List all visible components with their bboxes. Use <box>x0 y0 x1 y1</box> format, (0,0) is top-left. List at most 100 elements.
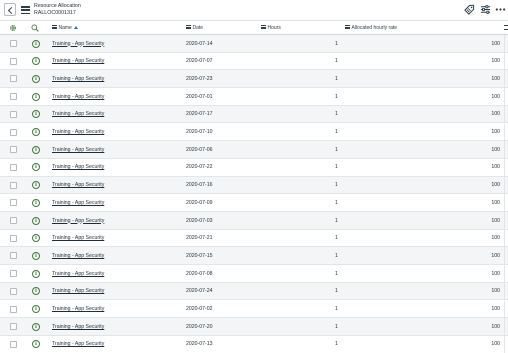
table-row[interactable]: i Training - App Security 2020-07-01 1 100 <box>0 88 508 106</box>
row-checkbox[interactable] <box>10 305 17 313</box>
info-icon[interactable]: i <box>32 234 40 243</box>
name-link[interactable]: Training - App Security <box>52 129 104 135</box>
row-checkbox[interactable] <box>10 287 17 295</box>
row-checkbox[interactable] <box>10 234 17 242</box>
row-checkbox[interactable] <box>10 252 17 260</box>
row-checkbox[interactable] <box>10 146 17 154</box>
column-header-rate[interactable]: Allocated hourly rate <box>345 25 397 31</box>
column-menu-icon[interactable] <box>52 25 57 29</box>
row-checkbox[interactable] <box>10 110 17 118</box>
back-button[interactable] <box>4 3 16 16</box>
row-checkbox[interactable] <box>10 128 17 136</box>
info-icon[interactable]: i <box>32 92 40 101</box>
table-row[interactable]: i Training - App Security 2020-07-08 1 100 <box>0 265 508 283</box>
info-icon[interactable]: i <box>32 216 40 225</box>
row-checkbox[interactable] <box>10 323 17 331</box>
hours-cell: 1 <box>335 93 338 100</box>
row-edge <box>504 300 508 319</box>
table-row[interactable]: i Training - App Security 2020-07-02 1 100 <box>0 300 508 319</box>
row-checkbox[interactable] <box>10 340 17 348</box>
name-link[interactable]: Training - App Security <box>52 164 104 170</box>
name-link[interactable]: Training - App Security <box>52 218 104 224</box>
date-cell: 2020-07-23 <box>186 75 213 82</box>
info-icon[interactable]: i <box>32 198 40 207</box>
more-icon[interactable] <box>495 4 506 15</box>
info-icon[interactable]: i <box>32 322 40 331</box>
rate-cell: 100 <box>491 75 500 82</box>
name-link[interactable]: Training - App Security <box>52 58 104 64</box>
name-link[interactable]: Training - App Security <box>52 76 104 82</box>
table-row[interactable]: i Training - App Security 2020-07-15 1 100 <box>0 247 508 266</box>
info-icon[interactable]: i <box>32 128 40 136</box>
name-link[interactable]: Training - App Security <box>52 324 104 330</box>
rate-cell: 100 <box>491 58 500 65</box>
info-icon[interactable]: i <box>32 110 40 119</box>
info-icon[interactable]: i <box>32 181 40 190</box>
table-row[interactable]: i Training - App Security 2020-07-24 1 100 <box>0 282 508 301</box>
row-edge <box>504 229 508 248</box>
column-header-date[interactable]: Date <box>186 25 203 31</box>
column-header-hours[interactable]: Hours <box>261 25 281 31</box>
table-row[interactable]: i Training - App Security 2020-07-09 1 100 <box>0 194 508 212</box>
name-link[interactable]: Training - App Security <box>52 182 104 188</box>
row-checkbox[interactable] <box>10 163 17 171</box>
table-row[interactable]: i Training - App Security 2020-07-03 1 100 <box>0 212 508 230</box>
table-row[interactable]: i Training - App Security 2020-07-13 1 100 <box>0 335 508 353</box>
row-edge <box>504 282 508 301</box>
name-link[interactable]: Training - App Security <box>52 288 104 294</box>
table-row[interactable]: i Training - App Security 2020-07-14 1 100 <box>0 35 508 53</box>
name-link[interactable]: Training - App Security <box>52 235 104 241</box>
row-checkbox[interactable] <box>10 181 17 189</box>
gear-icon[interactable] <box>9 24 17 32</box>
name-link[interactable]: Training - App Security <box>52 111 104 117</box>
info-icon[interactable]: i <box>32 340 40 349</box>
row-edge <box>504 123 508 142</box>
hamburger-icon[interactable] <box>21 6 30 15</box>
row-checkbox[interactable] <box>10 217 17 224</box>
name-link[interactable]: Training - App Security <box>52 271 104 277</box>
hours-cell: 1 <box>335 252 338 259</box>
tag-icon[interactable] <box>464 4 475 15</box>
info-icon[interactable]: i <box>32 57 40 66</box>
table-row[interactable]: i Training - App Security 2020-07-22 1 100 <box>0 158 508 177</box>
info-icon[interactable]: i <box>32 269 40 278</box>
table-row[interactable]: i Training - App Security 2020-07-21 1 100 <box>0 229 508 248</box>
table-row[interactable]: i Training - App Security 2020-07-17 1 100 <box>0 105 508 124</box>
date-cell: 2020-07-24 <box>186 288 213 295</box>
row-checkbox[interactable] <box>10 75 17 83</box>
row-checkbox[interactable] <box>10 199 17 207</box>
table-row[interactable]: i Training - App Security 2020-07-06 1 100 <box>0 141 508 159</box>
row-checkbox[interactable] <box>10 57 17 65</box>
table-row[interactable]: i Training - App Security 2020-07-20 1 100 <box>0 318 508 336</box>
column-menu-icon[interactable] <box>261 25 266 29</box>
row-checkbox[interactable] <box>10 270 17 278</box>
info-icon[interactable]: i <box>32 163 40 172</box>
table-row[interactable]: i Training - App Security 2020-07-07 1 100 <box>0 52 508 71</box>
name-link[interactable]: Training - App Security <box>52 200 104 206</box>
info-icon[interactable]: i <box>32 39 40 48</box>
column-menu-icon[interactable] <box>186 25 191 29</box>
column-menu-icon[interactable] <box>345 25 350 29</box>
name-link[interactable]: Training - App Security <box>52 94 104 100</box>
info-icon[interactable]: i <box>32 305 40 313</box>
date-cell: 2020-07-03 <box>186 217 213 224</box>
row-checkbox[interactable] <box>10 93 17 101</box>
table-row[interactable]: i Training - App Security 2020-07-16 1 100 <box>0 176 508 195</box>
row-checkbox[interactable] <box>10 40 17 47</box>
search-icon[interactable] <box>31 24 39 32</box>
hours-cell: 1 <box>335 164 338 171</box>
name-link[interactable]: Training - App Security <box>52 341 104 347</box>
name-link[interactable]: Training - App Security <box>52 253 104 259</box>
name-link[interactable]: Training - App Security <box>52 306 104 312</box>
table-row[interactable]: i Training - App Security 2020-07-10 1 100 <box>0 123 508 142</box>
table-row[interactable]: i Training - App Security 2020-07-23 1 100 <box>0 70 508 89</box>
name-link[interactable]: Training - App Security <box>52 147 104 153</box>
name-link[interactable]: Training - App Security <box>52 41 104 47</box>
column-menu-icon[interactable] <box>504 25 508 30</box>
column-header-name[interactable]: Name <box>52 25 78 31</box>
info-icon[interactable]: i <box>32 74 40 83</box>
info-icon[interactable]: i <box>32 287 40 296</box>
sliders-icon[interactable] <box>480 4 491 15</box>
info-icon[interactable]: i <box>32 251 40 260</box>
info-icon[interactable]: i <box>32 145 40 154</box>
